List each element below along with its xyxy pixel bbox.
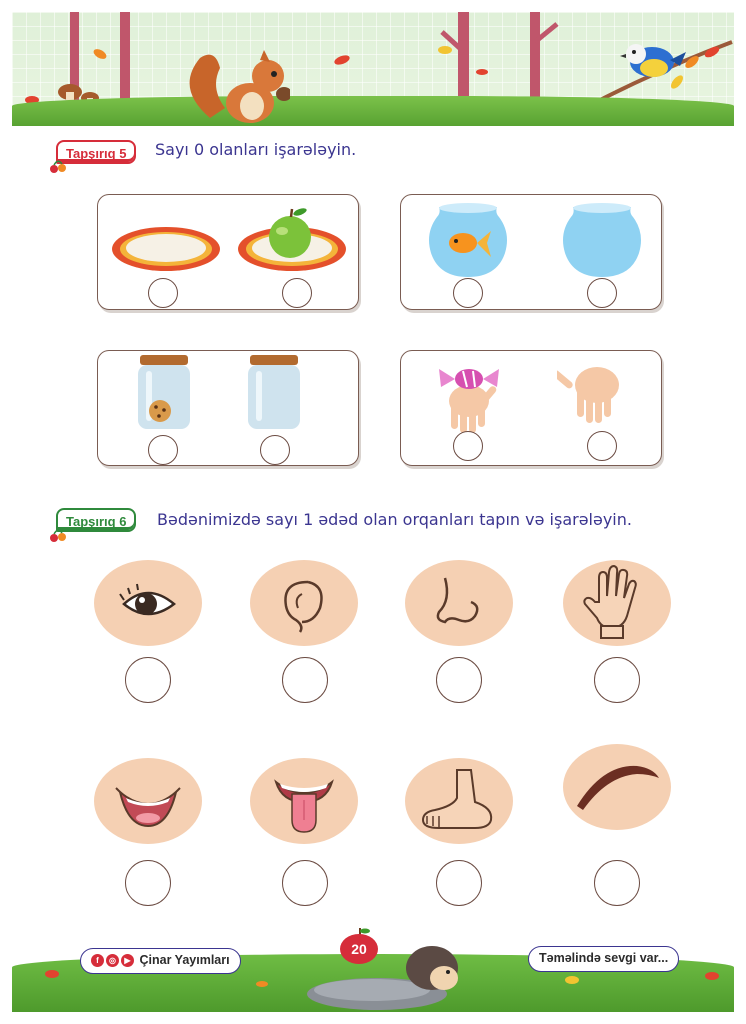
youtube-icon[interactable]: ▶	[121, 954, 134, 968]
plate-with-apple	[238, 208, 346, 271]
slogan-badge: Təməlində sevgi var...	[528, 946, 680, 972]
organ-ear	[250, 560, 358, 646]
publisher-badge[interactable]: f ◎ ▶ Çinar Yayımları	[80, 948, 241, 974]
ear-icon	[284, 580, 323, 633]
eyebrow-icon	[577, 765, 659, 810]
answer-circle-jar-cookie[interactable]	[148, 435, 178, 465]
apple-icon	[269, 208, 311, 258]
card-hands	[400, 350, 662, 466]
cookie-icon	[149, 400, 171, 422]
organ-hand	[563, 560, 671, 646]
answer-circle-plate-apple[interactable]	[282, 278, 312, 308]
organ-foot	[405, 758, 513, 844]
task6-instruction: Bədənimizdə sayı 1 ədəd olan orqanları t…	[157, 510, 632, 529]
task6-tag: Tapşırıq 6	[56, 508, 137, 532]
answer-circle-bowl-fish[interactable]	[453, 278, 483, 308]
bird-icon	[620, 44, 686, 77]
page-number: 20	[340, 934, 378, 964]
eye-icon	[119, 583, 176, 616]
facebook-icon[interactable]: f	[91, 954, 104, 968]
nose-icon	[436, 577, 479, 624]
hedgehog-icon	[406, 946, 458, 990]
answer-circle-nose[interactable]	[436, 657, 482, 703]
foot-icon	[421, 769, 493, 829]
instagram-icon[interactable]: ◎	[106, 954, 119, 968]
hand-with-candy	[439, 369, 499, 433]
organ-eyebrow	[563, 744, 671, 830]
answer-circle-tongue[interactable]	[282, 860, 328, 906]
hand-icon	[449, 385, 497, 433]
answer-circle-eye[interactable]	[125, 657, 171, 703]
jar-icon	[248, 355, 300, 429]
answer-circle-empty-bowl[interactable]	[587, 278, 617, 308]
organ-tongue	[250, 758, 358, 844]
tongue-icon	[274, 779, 334, 833]
card-jars	[97, 350, 359, 466]
top-banner	[12, 12, 734, 126]
answer-circle-eyebrow[interactable]	[594, 860, 640, 906]
candy-icon	[439, 369, 499, 389]
plate-icon	[112, 227, 220, 271]
jar-icon	[138, 355, 190, 429]
hand-icon	[583, 564, 637, 639]
organ-mouth	[94, 758, 202, 844]
answer-circle-empty-hand[interactable]	[587, 431, 617, 461]
squirrel-icon	[189, 50, 290, 123]
answer-circle-hand[interactable]	[594, 657, 640, 703]
card-fishbowls	[400, 194, 662, 310]
task5-instruction: Sayı 0 olanları işarələyin.	[155, 140, 357, 159]
answer-circle-hand-candy[interactable]	[453, 431, 483, 461]
answer-circle-foot[interactable]	[436, 860, 482, 906]
organ-eye	[94, 560, 202, 646]
answer-circle-mouth[interactable]	[125, 860, 171, 906]
cherry-icon	[50, 529, 66, 542]
cherry-icon	[50, 160, 66, 173]
card-plates	[97, 194, 359, 310]
task5-tag: Tapşırıq 5	[56, 140, 137, 164]
hand-icon	[557, 367, 619, 423]
answer-circle-ear[interactable]	[282, 657, 328, 703]
answer-circle-empty-jar[interactable]	[260, 435, 290, 465]
fishbowl-icon	[429, 203, 507, 277]
mouth-icon	[115, 787, 181, 828]
publisher-name: Çinar Yayımları	[139, 953, 230, 967]
answer-circle-empty-plate[interactable]	[148, 278, 178, 308]
fishbowl-icon	[563, 203, 641, 277]
organ-nose	[405, 560, 513, 646]
